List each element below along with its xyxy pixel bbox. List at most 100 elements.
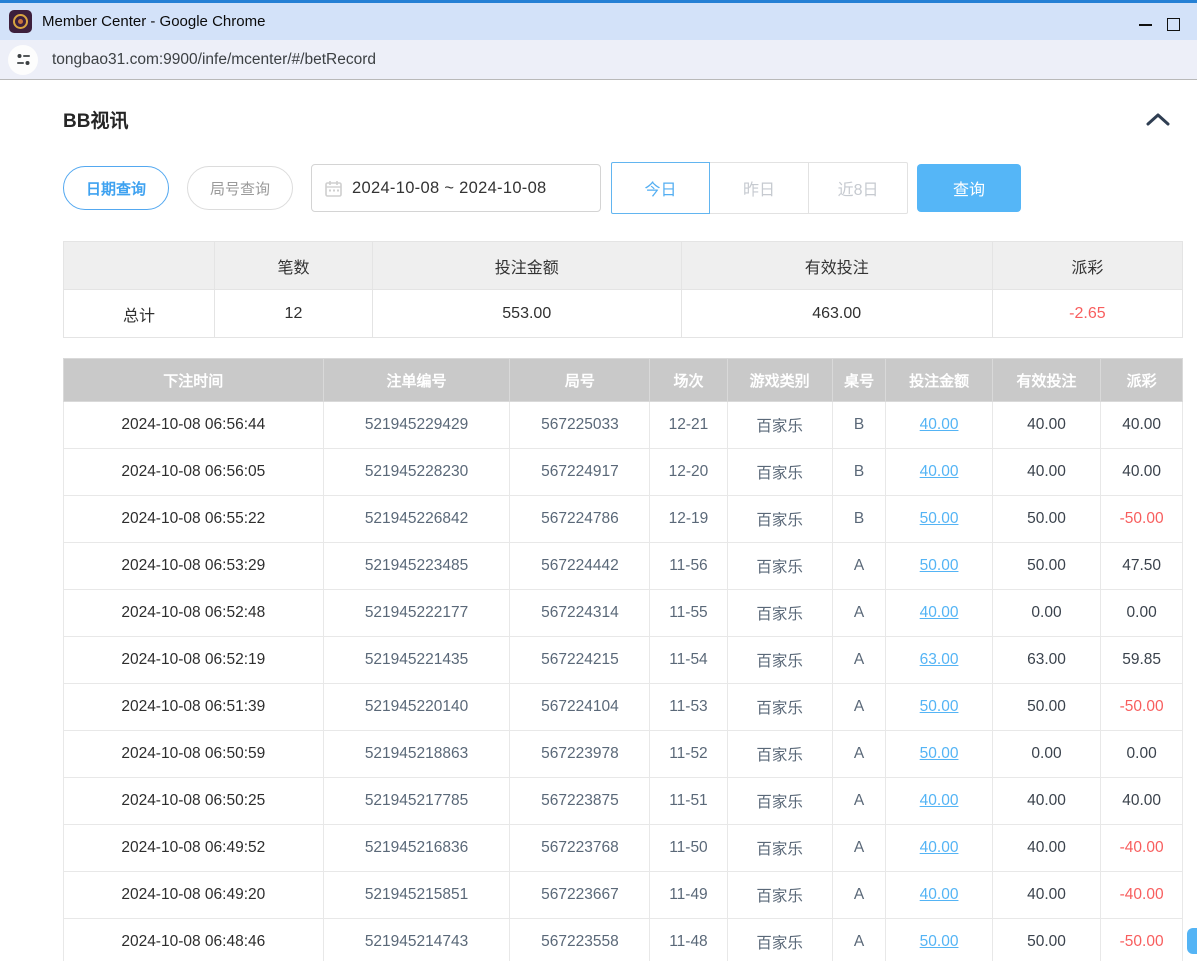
cell-payout: 0.00 bbox=[1101, 731, 1183, 778]
bet-amount-link[interactable]: 50.00 bbox=[920, 510, 959, 527]
table-row: 2024-10-08 06:52:48 521945222177 5672243… bbox=[64, 590, 1183, 637]
cell-game-type: 百家乐 bbox=[727, 684, 832, 731]
date-query-tab[interactable]: 日期查询 bbox=[63, 166, 169, 210]
yesterday-button[interactable]: 昨日 bbox=[710, 162, 809, 214]
table-row: 2024-10-08 06:49:52 521945216836 5672237… bbox=[64, 825, 1183, 872]
last-8-days-button[interactable]: 近8日 bbox=[809, 162, 908, 214]
cell-payout: 40.00 bbox=[1101, 449, 1183, 496]
table-row: 2024-10-08 06:49:20 521945215851 5672236… bbox=[64, 872, 1183, 919]
cell-round: 567224917 bbox=[510, 449, 650, 496]
cell-table-no: A bbox=[832, 590, 886, 637]
cell-payout: 47.50 bbox=[1101, 543, 1183, 590]
summary-header-row: 笔数 投注金额 有效投注 派彩 bbox=[64, 242, 1183, 290]
search-button[interactable]: 查询 bbox=[917, 164, 1021, 212]
chevron-up-icon bbox=[1145, 112, 1171, 127]
bet-amount-link[interactable]: 40.00 bbox=[920, 886, 959, 903]
cell-round: 567223978 bbox=[510, 731, 650, 778]
cell-round: 567224442 bbox=[510, 543, 650, 590]
bet-amount-link[interactable]: 50.00 bbox=[920, 698, 959, 715]
url-text[interactable]: tongbao31.com:9900/infe/mcenter/#/betRec… bbox=[52, 51, 376, 69]
cell-payout: -50.00 bbox=[1101, 919, 1183, 961]
records-table: 下注时间 注单编号 局号 场次 游戏类别 桌号 投注金额 有效投注 派彩 202… bbox=[63, 358, 1183, 961]
cell-session: 11-48 bbox=[650, 919, 727, 961]
cell-bet-id: 521945217785 bbox=[323, 778, 510, 825]
cell-bet-time: 2024-10-08 06:49:52 bbox=[64, 825, 324, 872]
site-favicon-icon bbox=[9, 10, 32, 33]
summary-table-container: 笔数 投注金额 有效投注 派彩 总计 12 553.00 463.00 -2.6… bbox=[63, 241, 1183, 338]
cell-payout: -50.00 bbox=[1101, 496, 1183, 543]
col-header-payout: 派彩 bbox=[1101, 359, 1183, 402]
bet-amount-link[interactable]: 40.00 bbox=[920, 416, 959, 433]
cell-bet-id: 521945216836 bbox=[323, 825, 510, 872]
window-title: Member Center - Google Chrome bbox=[42, 13, 265, 30]
bet-amount-link[interactable]: 50.00 bbox=[920, 933, 959, 950]
tune-icon bbox=[15, 51, 32, 68]
cell-session: 11-54 bbox=[650, 637, 727, 684]
bet-amount-link[interactable]: 40.00 bbox=[920, 792, 959, 809]
cell-game-type: 百家乐 bbox=[727, 778, 832, 825]
bet-amount-link[interactable]: 40.00 bbox=[920, 604, 959, 621]
cell-game-type: 百家乐 bbox=[727, 825, 832, 872]
summary-total-bet-amount: 553.00 bbox=[372, 290, 681, 338]
cell-game-type: 百家乐 bbox=[727, 496, 832, 543]
quick-range-group: 今日 昨日 近8日 bbox=[611, 162, 908, 214]
cell-session: 11-55 bbox=[650, 590, 727, 637]
cell-bet-time: 2024-10-08 06:56:44 bbox=[64, 402, 324, 449]
cell-game-type: 百家乐 bbox=[727, 590, 832, 637]
summary-header-bet-amount: 投注金额 bbox=[372, 242, 681, 290]
floating-action-button-partial[interactable] bbox=[1187, 928, 1197, 954]
cell-table-no: B bbox=[832, 402, 886, 449]
maximize-button[interactable] bbox=[1167, 6, 1197, 43]
cell-game-type: 百家乐 bbox=[727, 872, 832, 919]
cell-round: 567224314 bbox=[510, 590, 650, 637]
cell-table-no: A bbox=[832, 684, 886, 731]
cell-bet-amount: 50.00 bbox=[886, 496, 992, 543]
cell-bet-id: 521945229429 bbox=[323, 402, 510, 449]
summary-total-count: 12 bbox=[215, 290, 373, 338]
cell-bet-id: 521945222177 bbox=[323, 590, 510, 637]
summary-header-valid-bet: 有效投注 bbox=[681, 242, 992, 290]
cell-table-no: A bbox=[832, 637, 886, 684]
bet-amount-link[interactable]: 40.00 bbox=[920, 463, 959, 480]
bet-amount-link[interactable]: 63.00 bbox=[920, 651, 959, 668]
site-settings-button[interactable] bbox=[8, 45, 38, 75]
minimize-icon bbox=[1139, 24, 1152, 26]
maximize-icon bbox=[1167, 18, 1180, 31]
summary-total-valid-bet: 463.00 bbox=[681, 290, 992, 338]
col-header-bet-id: 注单编号 bbox=[323, 359, 510, 402]
cell-game-type: 百家乐 bbox=[727, 919, 832, 961]
cell-game-type: 百家乐 bbox=[727, 449, 832, 496]
cell-bet-time: 2024-10-08 06:52:19 bbox=[64, 637, 324, 684]
cell-table-no: A bbox=[832, 543, 886, 590]
cell-valid-bet: 40.00 bbox=[992, 449, 1101, 496]
cell-bet-id: 521945214743 bbox=[323, 919, 510, 961]
cell-round: 567223768 bbox=[510, 825, 650, 872]
round-query-tab[interactable]: 局号查询 bbox=[187, 166, 293, 210]
bet-amount-link[interactable]: 40.00 bbox=[920, 839, 959, 856]
cell-bet-amount: 50.00 bbox=[886, 543, 992, 590]
table-row: 2024-10-08 06:50:59 521945218863 5672239… bbox=[64, 731, 1183, 778]
cell-bet-amount: 40.00 bbox=[886, 402, 992, 449]
cell-bet-time: 2024-10-08 06:48:46 bbox=[64, 919, 324, 961]
col-header-valid-bet: 有效投注 bbox=[992, 359, 1101, 402]
today-button[interactable]: 今日 bbox=[611, 162, 710, 214]
cell-valid-bet: 40.00 bbox=[992, 825, 1101, 872]
cell-valid-bet: 50.00 bbox=[992, 919, 1101, 961]
bet-amount-link[interactable]: 50.00 bbox=[920, 557, 959, 574]
cell-payout: 59.85 bbox=[1101, 637, 1183, 684]
cell-bet-time: 2024-10-08 06:53:29 bbox=[64, 543, 324, 590]
col-header-bet-time: 下注时间 bbox=[64, 359, 324, 402]
window-controls bbox=[1123, 6, 1197, 43]
date-range-picker[interactable]: 2024-10-08 ~ 2024-10-08 bbox=[311, 164, 601, 212]
collapse-section-button[interactable] bbox=[1145, 112, 1171, 127]
minimize-button[interactable] bbox=[1123, 6, 1167, 43]
cell-round: 567223875 bbox=[510, 778, 650, 825]
cell-bet-time: 2024-10-08 06:55:22 bbox=[64, 496, 324, 543]
browser-window: Member Center - Google Chrome tongbao31.… bbox=[0, 0, 1197, 961]
cell-bet-id: 521945226842 bbox=[323, 496, 510, 543]
cell-bet-id: 521945218863 bbox=[323, 731, 510, 778]
cell-valid-bet: 40.00 bbox=[992, 402, 1101, 449]
col-header-table-no: 桌号 bbox=[832, 359, 886, 402]
page-title: BB视讯 bbox=[63, 106, 128, 133]
bet-amount-link[interactable]: 50.00 bbox=[920, 745, 959, 762]
